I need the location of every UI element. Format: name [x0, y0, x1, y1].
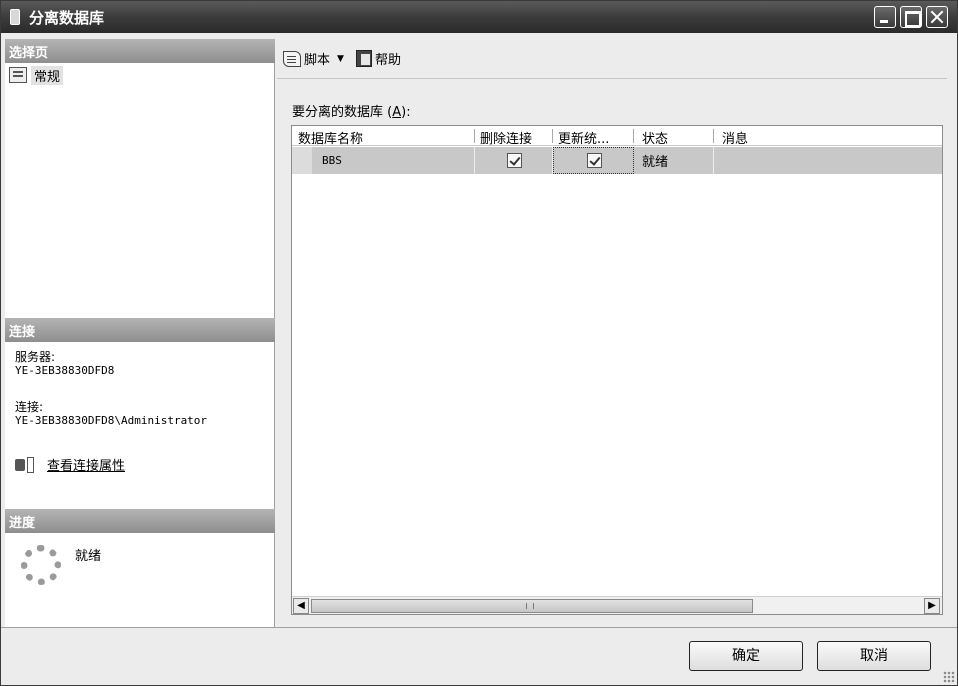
progress-status: 就绪 — [75, 549, 102, 564]
column-header-status[interactable]: 状态 — [642, 128, 668, 147]
connection-info: 连接: YE-3EB38830DFD8\Administrator — [15, 400, 208, 428]
databases-grid[interactable]: 数据库名称 删除连接 更新统... 状态 消息 BBS 就绪 ◀ ▶ — [291, 125, 943, 615]
progress-header: 进度 — [5, 509, 275, 533]
horizontal-scrollbar[interactable]: ◀ ▶ — [292, 596, 942, 614]
connection-header: 连接 — [5, 318, 275, 342]
databases-to-detach-label: 要分离的数据库 (A): — [292, 105, 411, 120]
nav-item-label: 常规 — [31, 65, 64, 85]
view-connection-properties-link[interactable]: 查看连接属性 — [47, 455, 125, 474]
minimize-button[interactable] — [874, 6, 896, 28]
scroll-thumb[interactable] — [311, 599, 753, 613]
footer-divider — [1, 627, 957, 628]
connection-value: YE-3EB38830DFD8\Administrator — [15, 414, 208, 427]
maximize-button[interactable] — [900, 6, 922, 28]
column-divider[interactable] — [474, 129, 475, 143]
connection-properties-icon — [15, 456, 34, 473]
scroll-right-icon[interactable]: ▶ — [924, 598, 940, 614]
title-bar[interactable]: 分离数据库 — [1, 1, 957, 33]
resize-grip-icon[interactable] — [943, 671, 955, 683]
grip-icon — [526, 603, 534, 609]
help-label: 帮助 — [374, 53, 401, 68]
nav-item-general[interactable]: 常规 — [9, 65, 64, 85]
row-selector[interactable] — [292, 147, 312, 174]
view-connection-properties[interactable]: 查看连接属性 — [15, 455, 125, 474]
update-statistics-checkbox[interactable] — [587, 153, 602, 168]
server-label: 服务器: — [15, 350, 56, 364]
cell-divider — [474, 147, 475, 174]
help-button[interactable]: 帮助 — [355, 49, 401, 68]
cancel-button[interactable]: 取消 — [817, 641, 931, 671]
column-header-database-name[interactable]: 数据库名称 — [298, 128, 363, 147]
table-row[interactable]: BBS 就绪 — [292, 147, 942, 174]
grid-header: 数据库名称 删除连接 更新统... 状态 消息 — [292, 126, 942, 147]
close-button[interactable] — [926, 6, 948, 28]
server-info: 服务器: YE-3EB38830DFD8 — [15, 350, 115, 378]
database-name-cell: BBS — [322, 154, 342, 167]
column-divider[interactable] — [552, 129, 553, 143]
connection-label: 连接: — [15, 400, 44, 414]
cell-divider — [713, 147, 714, 174]
label-accelerator: A — [392, 105, 402, 120]
drop-connections-checkbox[interactable] — [507, 153, 522, 168]
script-label: 脚本 — [304, 53, 331, 68]
column-divider[interactable] — [713, 129, 714, 143]
column-header-drop-connections[interactable]: 删除连接 — [480, 128, 532, 147]
column-divider[interactable] — [633, 129, 634, 143]
status-cell: 就绪 — [642, 155, 669, 170]
column-header-message[interactable]: 消息 — [722, 128, 748, 147]
detach-database-dialog: 分离数据库 选择页 常规 连接 服务器: YE-3EB38830DFD8 连接:… — [0, 0, 958, 686]
left-panel: 选择页 常规 连接 服务器: YE-3EB38830DFD8 连接: YE-3E… — [5, 39, 275, 627]
server-value: YE-3EB38830DFD8 — [15, 364, 115, 377]
chevron-down-icon[interactable]: ▼ — [337, 54, 344, 64]
toolbar: 脚本 ▼ 帮助 — [277, 39, 947, 79]
help-icon — [355, 50, 372, 67]
scroll-left-icon[interactable]: ◀ — [293, 598, 309, 614]
script-button[interactable]: 脚本 ▼ — [283, 49, 348, 68]
ok-button[interactable]: 确定 — [689, 641, 803, 671]
database-icon — [10, 9, 20, 25]
general-page-icon — [9, 67, 27, 83]
window-title: 分离数据库 — [29, 9, 105, 27]
select-page-header: 选择页 — [5, 39, 275, 63]
column-header-update-statistics[interactable]: 更新统... — [558, 128, 609, 147]
progress-spinner-icon — [21, 545, 61, 585]
script-icon — [283, 50, 301, 67]
